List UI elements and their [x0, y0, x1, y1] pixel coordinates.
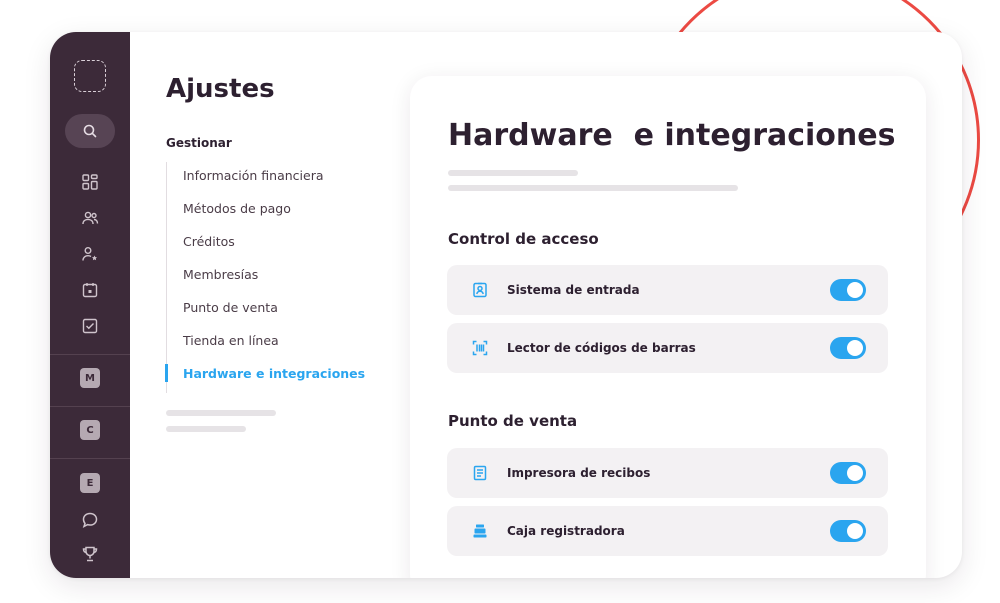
- nav-item-tienda-en-linea[interactable]: Tienda en línea: [167, 327, 367, 360]
- setting-row-impresora-de-recibos: Impresora de recibos: [447, 448, 888, 498]
- skeleton-line: [166, 426, 246, 432]
- icon-rail: M C E: [50, 32, 130, 578]
- app-window: M C E Ajustes Gestionar Información fina…: [50, 32, 962, 578]
- settings-nav: Información financiera Métodos de pago C…: [165, 162, 367, 393]
- workspace-badge-c[interactable]: C: [80, 420, 100, 440]
- nav-item-punto-de-venta[interactable]: Punto de venta: [167, 294, 367, 327]
- rail-divider: [50, 406, 130, 407]
- dashboard-icon[interactable]: [78, 170, 102, 194]
- logo-placeholder-icon[interactable]: [74, 60, 106, 92]
- toggle-lector-de-codigos[interactable]: [830, 337, 866, 359]
- nav-item-informacion-financiera[interactable]: Información financiera: [167, 162, 367, 195]
- nav-item-metodos-de-pago[interactable]: Métodos de pago: [167, 195, 367, 228]
- panel-title: Hardware e integraciones: [448, 118, 896, 153]
- toggle-sistema-de-entrada[interactable]: [830, 279, 866, 301]
- trophy-icon[interactable]: [78, 542, 102, 566]
- rail-divider: [50, 354, 130, 355]
- workspace-badge-m[interactable]: M: [80, 368, 100, 388]
- receipt-printer-icon: [469, 462, 491, 484]
- toggle-caja-registradora[interactable]: [830, 520, 866, 542]
- rail-divider: [50, 458, 130, 459]
- toggle-impresora-de-recibos[interactable]: [830, 462, 866, 484]
- badge-id-icon: [469, 279, 491, 301]
- search-icon: [83, 124, 97, 138]
- nav-item-membresias[interactable]: Membresías: [167, 261, 367, 294]
- setting-label: Sistema de entrada: [507, 283, 640, 297]
- setting-row-sistema-de-entrada: Sistema de entrada: [447, 265, 888, 315]
- users-icon[interactable]: [78, 206, 102, 230]
- setting-label: Impresora de recibos: [507, 466, 651, 480]
- setting-row-caja-registradora: Caja registradora: [447, 506, 888, 556]
- settings-title: Ajustes: [166, 74, 275, 104]
- chat-icon[interactable]: [78, 508, 102, 532]
- skeleton-line: [448, 185, 738, 191]
- barcode-scanner-icon: [469, 337, 491, 359]
- search-button[interactable]: [65, 114, 115, 148]
- settings-panel: Hardware e integraciones Control de acce…: [410, 76, 926, 578]
- skeleton-line: [448, 170, 578, 176]
- nav-group-label: Gestionar: [166, 136, 232, 150]
- user-star-icon[interactable]: [78, 242, 102, 266]
- nav-item-hardware-e-integraciones[interactable]: Hardware e integraciones: [165, 360, 367, 393]
- section-title-punto-de-venta: Punto de venta: [448, 412, 578, 430]
- skeleton-line: [166, 410, 276, 416]
- nav-item-creditos[interactable]: Créditos: [167, 228, 367, 261]
- setting-row-lector-de-codigos: Lector de códigos de barras: [447, 323, 888, 373]
- setting-label: Lector de códigos de barras: [507, 341, 696, 355]
- section-title-control-de-acceso: Control de acceso: [448, 230, 599, 248]
- calendar-icon[interactable]: [78, 278, 102, 302]
- setting-label: Caja registradora: [507, 524, 625, 538]
- checklist-icon[interactable]: [78, 314, 102, 338]
- workspace-badge-e[interactable]: E: [80, 473, 100, 493]
- cash-register-icon: [469, 520, 491, 542]
